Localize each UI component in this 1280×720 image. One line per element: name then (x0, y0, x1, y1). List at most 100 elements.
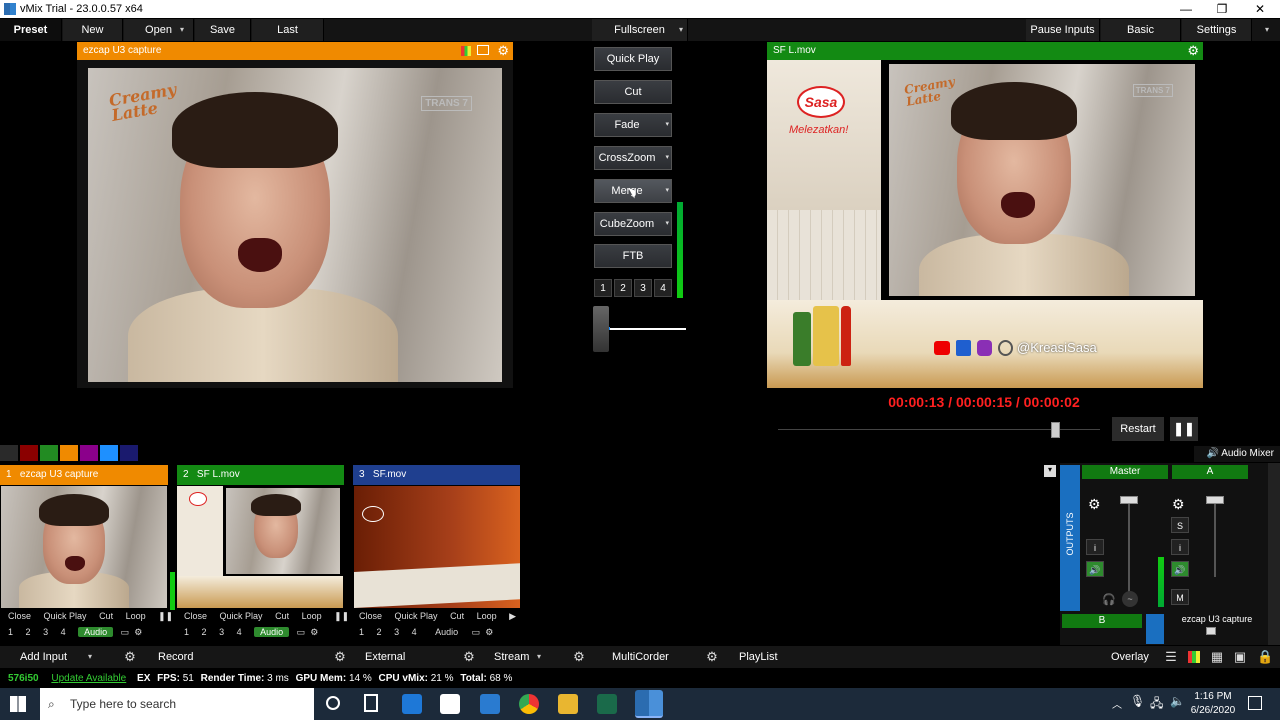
input-3-overlay-3[interactable]: 3 (394, 627, 399, 637)
record-button[interactable]: Record (158, 646, 193, 668)
input-2-header[interactable]: 2 SF L.mov (177, 465, 344, 485)
chrome-icon[interactable] (519, 694, 539, 714)
color-swatch-green[interactable] (40, 445, 58, 461)
overlay-button[interactable]: Overlay (1111, 646, 1149, 668)
bus-a-mute-button[interactable]: M (1171, 589, 1189, 605)
input-3-audio-button[interactable]: Audio (429, 627, 464, 637)
gear-icon[interactable]: ⚙ (704, 646, 720, 668)
gear-icon[interactable]: ⚙ (122, 646, 138, 668)
input-1-overlay-3[interactable]: 3 (43, 627, 48, 637)
bus-a-fader-knob[interactable] (1206, 496, 1224, 504)
restart-button[interactable]: Restart (1112, 417, 1164, 441)
input-1-cut-button[interactable]: Cut (99, 611, 113, 621)
ftb-button[interactable]: FTB (594, 244, 672, 268)
color-bars-icon[interactable] (1188, 651, 1200, 663)
input-1-quickplay-button[interactable]: Quick Play (44, 611, 87, 621)
file-explorer-icon[interactable] (558, 694, 578, 714)
crosszoom-button[interactable]: CrossZoom ▾ (594, 146, 672, 170)
input-3-header[interactable]: 3 SF.mov (353, 465, 520, 485)
preview-video[interactable]: Creamy Latte TRANS 7 (77, 60, 513, 388)
pin-icon[interactable]: ▾ (1044, 465, 1056, 477)
crosszoom-dropdown-icon[interactable]: ▾ (665, 147, 669, 169)
color-swatch-orange[interactable] (60, 445, 78, 461)
external-button[interactable]: External (365, 646, 405, 668)
input-1-overlay-1[interactable]: 1 (8, 627, 13, 637)
pause-icon[interactable]: ❚❚ (158, 611, 173, 621)
color-swatch-blue[interactable] (100, 445, 118, 461)
playback-seek-handle[interactable] (1051, 422, 1060, 438)
transition-3-button[interactable]: 3 (634, 279, 652, 297)
input-1-close-button[interactable]: Close (8, 611, 31, 621)
add-input-button[interactable]: Add Input (20, 646, 67, 668)
transition-4-button[interactable]: 4 (654, 279, 672, 297)
fullscreen-button[interactable]: Fullscreen (592, 19, 688, 41)
input-2-close-button[interactable]: Close (184, 611, 207, 621)
mixer-scrollbar[interactable] (1268, 463, 1280, 645)
master-fader-knob[interactable] (1120, 496, 1138, 504)
pause-icon[interactable]: ❚❚ (1170, 417, 1198, 441)
merge-dropdown-icon[interactable]: ▾ (665, 180, 669, 202)
color-swatch-purple[interactable] (80, 445, 98, 461)
monitor-icon[interactable]: ▭ (121, 627, 130, 637)
settings-button[interactable]: Settings (1182, 19, 1252, 41)
input-3-overlay-2[interactable]: 2 (377, 627, 382, 637)
play-icon[interactable]: ▶ (509, 611, 516, 621)
fade-dropdown-icon[interactable]: ▾ (665, 114, 669, 136)
input-fader-knob[interactable] (1206, 627, 1216, 635)
window-icon[interactable] (477, 45, 489, 55)
transition-2-button[interactable]: 2 (614, 279, 632, 297)
input-2-loop-button[interactable]: Loop (302, 611, 322, 621)
input-1-audio-button[interactable]: Audio (78, 627, 114, 637)
edge-icon[interactable] (402, 694, 422, 714)
cut-button[interactable]: Cut (594, 80, 672, 104)
transition-1-button[interactable]: 1 (594, 279, 612, 297)
notification-icon[interactable] (1248, 696, 1262, 710)
input-2-overlay-1[interactable]: 1 (184, 627, 189, 637)
gear-icon[interactable]: ⚙ (571, 646, 587, 668)
stream-button[interactable]: Stream (494, 646, 529, 668)
input-3-overlay-4[interactable]: 4 (412, 627, 417, 637)
input-3-quickplay-button[interactable]: Quick Play (395, 611, 438, 621)
gear-icon[interactable]: ⚙ (1172, 496, 1185, 513)
input-1-overlay-4[interactable]: 4 (61, 627, 66, 637)
input-2-overlay-2[interactable]: 2 (202, 627, 207, 637)
network-icon[interactable]: 🖧 (1150, 694, 1163, 715)
multicorder-button[interactable]: MultiCorder (612, 646, 669, 668)
fade-button[interactable]: Fade ▾ (594, 113, 672, 137)
bus-a-solo-button[interactable]: S (1171, 517, 1189, 533)
master-info-button[interactable]: i (1086, 539, 1104, 555)
stream-dropdown-icon[interactable]: ▾ (534, 646, 544, 668)
cubezoom-dropdown-icon[interactable]: ▾ (665, 213, 669, 235)
update-available-link[interactable]: Update Available (51, 673, 126, 684)
input-2-quickplay-button[interactable]: Quick Play (220, 611, 263, 621)
gear-icon[interactable]: ⚙ (497, 42, 509, 60)
color-swatch-navy[interactable] (120, 445, 138, 461)
menu-icon[interactable]: ☰ (1163, 646, 1179, 668)
input-1-overlay-2[interactable]: 2 (26, 627, 31, 637)
color-swatch-red[interactable] (20, 445, 38, 461)
input-1-header[interactable]: 1 ezcap U3 capture (0, 465, 168, 485)
basic-button[interactable]: Basic (1101, 19, 1181, 41)
grid-icon[interactable]: ▦ (1209, 646, 1225, 668)
mail-icon[interactable] (480, 694, 500, 714)
gear-icon[interactable]: ⚙ (1187, 42, 1199, 60)
volume-icon[interactable]: 🔈 (1170, 694, 1185, 708)
input-1-loop-button[interactable]: Loop (126, 611, 146, 621)
taskbar-clock[interactable]: 1:16 PM 6/26/2020 (1188, 690, 1238, 718)
gear-icon[interactable]: ⚙ (310, 627, 318, 637)
preset-button[interactable]: Preset (0, 19, 62, 41)
save-button[interactable]: Save (195, 19, 251, 41)
audio-mixer-header[interactable]: 🔊 Audio Mixer (1194, 446, 1280, 462)
input-3-cut-button[interactable]: Cut (450, 611, 464, 621)
tbar-handle[interactable] (593, 306, 609, 352)
minimize-button[interactable]: — (1168, 0, 1204, 18)
settings-dropdown-icon[interactable]: ▾ (1262, 19, 1272, 41)
input-2-audio-button[interactable]: Audio (254, 627, 290, 637)
input-2-overlay-3[interactable]: 3 (219, 627, 224, 637)
bus-a-fader-track[interactable] (1214, 501, 1216, 577)
input-3-thumbnail[interactable] (354, 486, 520, 608)
app-icon[interactable] (597, 694, 617, 714)
gear-icon[interactable]: ⚙ (134, 627, 142, 637)
balance-knob-icon[interactable]: ~ (1122, 591, 1138, 607)
multiview-icon[interactable]: ▣ (1232, 646, 1248, 668)
